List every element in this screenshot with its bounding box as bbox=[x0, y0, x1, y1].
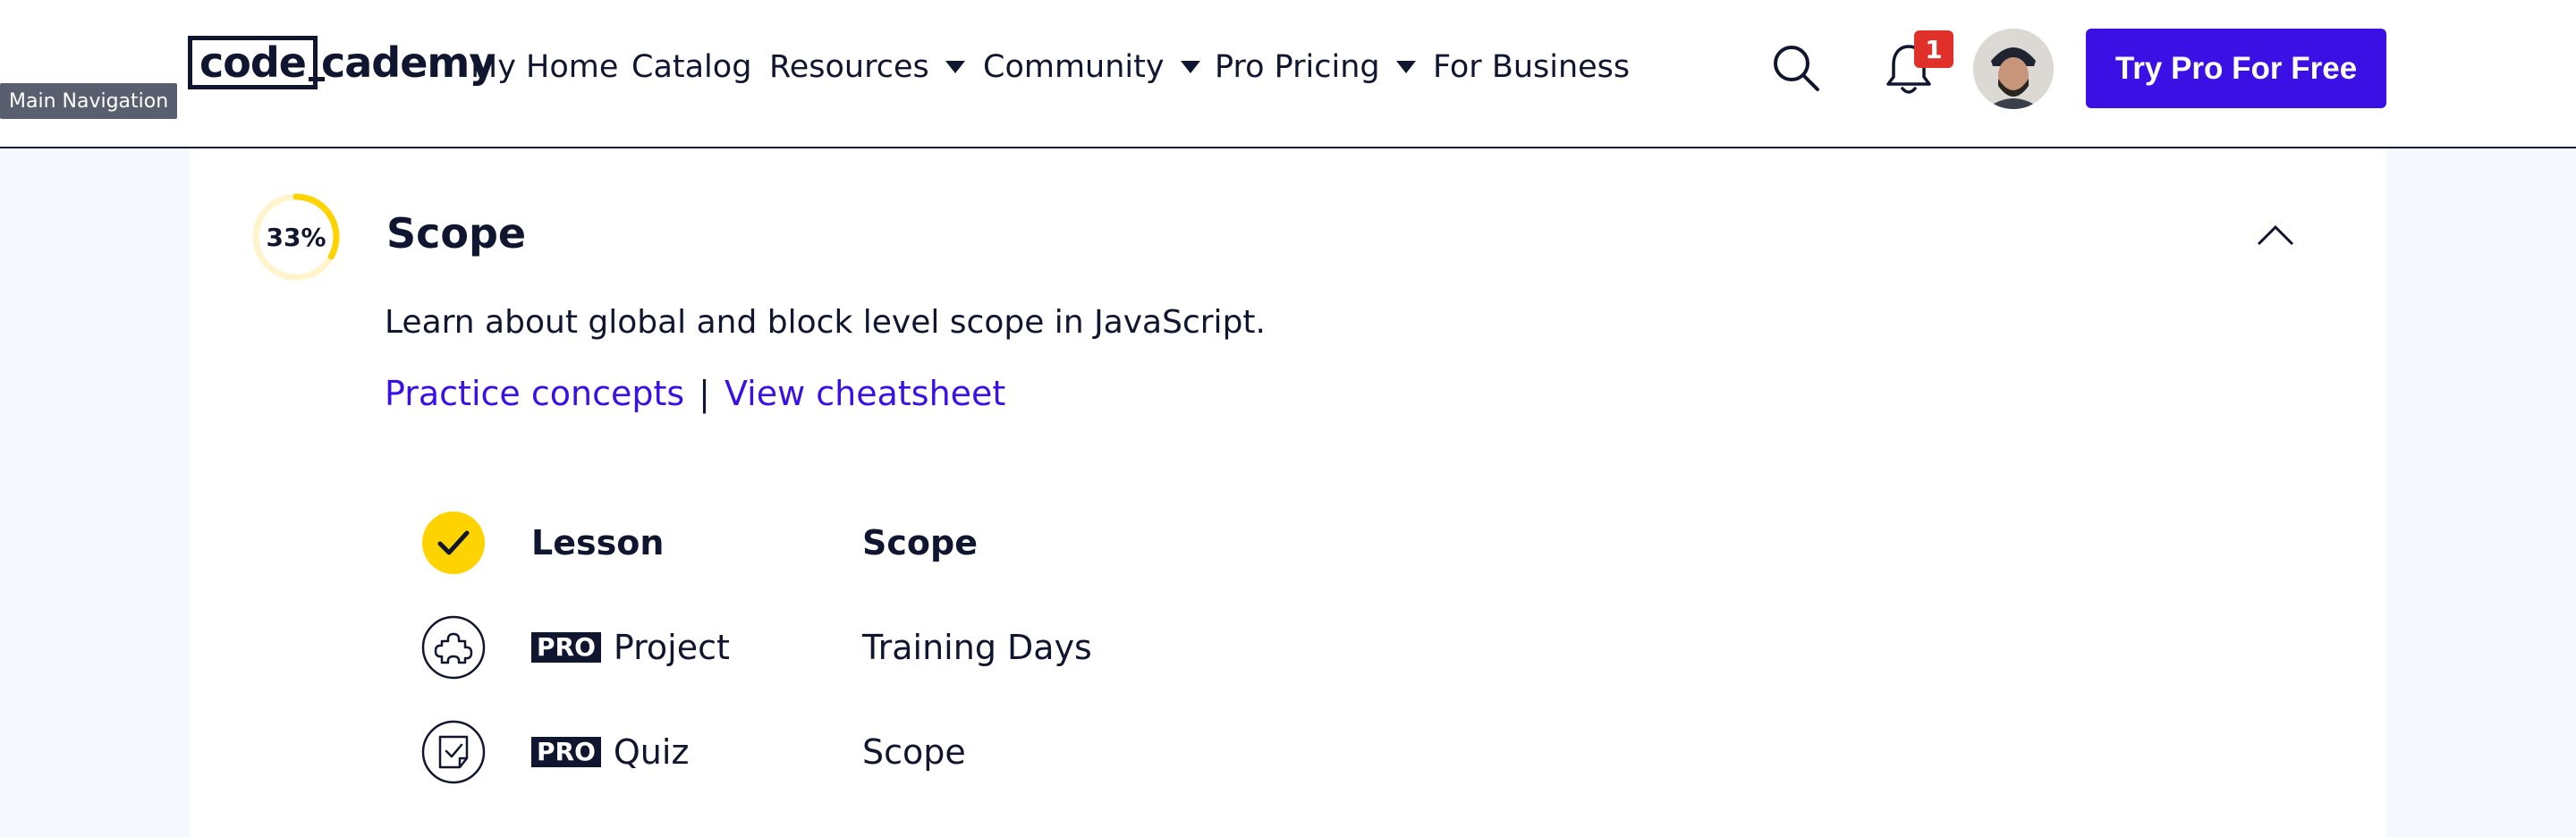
nav-for-business-label: For Business bbox=[1433, 49, 1631, 85]
pro-badge: PRO bbox=[531, 736, 601, 768]
module-title[interactable]: Scope bbox=[386, 209, 526, 258]
list-item[interactable]: PRO Project Training Days bbox=[420, 614, 1673, 684]
module-card: 33% Scope Learn about global and block l… bbox=[190, 148, 2386, 837]
nav-resources[interactable]: Resources bbox=[769, 36, 965, 98]
quiz-icon bbox=[421, 720, 486, 784]
notification-badge: 1 bbox=[1914, 30, 1953, 68]
item-type-cell: PRO Project bbox=[531, 614, 730, 681]
pro-badge: PRO bbox=[531, 631, 601, 664]
chevron-down-icon bbox=[945, 61, 965, 73]
item-title: Scope bbox=[862, 732, 966, 772]
avatar[interactable] bbox=[1973, 29, 2054, 109]
nav-pro-pricing-label: Pro Pricing bbox=[1215, 49, 1380, 85]
item-type-cell: PRO Quiz bbox=[531, 719, 689, 785]
logo-wordmark-text: cademy bbox=[321, 38, 496, 87]
item-title: Scope bbox=[862, 523, 978, 562]
search-icon[interactable] bbox=[1771, 43, 1821, 93]
user-photo bbox=[1973, 29, 2054, 109]
nav-catalog[interactable]: Catalog bbox=[631, 36, 751, 98]
check-icon bbox=[422, 512, 485, 574]
nav-for-business[interactable]: For Business bbox=[1433, 36, 1630, 98]
module-description: Learn about global and block level scope… bbox=[385, 304, 1266, 341]
item-title: Training Days bbox=[862, 628, 1092, 667]
main-navigation-tooltip: Main Navigation bbox=[0, 83, 178, 119]
nav-community[interactable]: Community bbox=[983, 36, 1200, 98]
chevron-down-icon bbox=[1180, 61, 1200, 73]
try-pro-button[interactable]: Try Pro For Free bbox=[2086, 29, 2386, 108]
list-item[interactable]: Lesson Scope bbox=[420, 510, 1673, 579]
item-type: Project bbox=[613, 628, 730, 667]
chevron-down-icon bbox=[1395, 61, 1416, 73]
nav-catalog-label: Catalog bbox=[631, 49, 752, 85]
nav-my-home[interactable]: My Home bbox=[470, 36, 618, 98]
practice-concepts-link[interactable]: Practice concepts bbox=[385, 374, 684, 413]
main-navigation: code cademy My Home Catalog Resources Co… bbox=[0, 0, 2576, 148]
progress-percent: 33% bbox=[266, 222, 326, 252]
link-separator: | bbox=[699, 374, 710, 413]
view-cheatsheet-link[interactable]: View cheatsheet bbox=[724, 374, 1005, 413]
logo-wordmark: cademy bbox=[309, 38, 496, 87]
chevron-up-icon[interactable] bbox=[2256, 224, 2295, 247]
puzzle-icon bbox=[421, 615, 486, 680]
nav-pro-pricing[interactable]: Pro Pricing bbox=[1215, 36, 1416, 98]
nav-my-home-label: My Home bbox=[470, 49, 619, 85]
notifications-button[interactable]: 1 bbox=[1882, 30, 1953, 98]
module-links: Practice concepts | View cheatsheet bbox=[385, 374, 1005, 413]
item-type: Lesson bbox=[531, 523, 665, 562]
nav-resources-label: Resources bbox=[769, 49, 929, 85]
list-item[interactable]: PRO Quiz Scope bbox=[420, 719, 1673, 789]
codecademy-logo[interactable]: code cademy bbox=[188, 36, 496, 89]
item-type: Quiz bbox=[613, 732, 690, 772]
logo-code-box: code bbox=[188, 36, 318, 89]
nav-community-label: Community bbox=[983, 49, 1165, 85]
